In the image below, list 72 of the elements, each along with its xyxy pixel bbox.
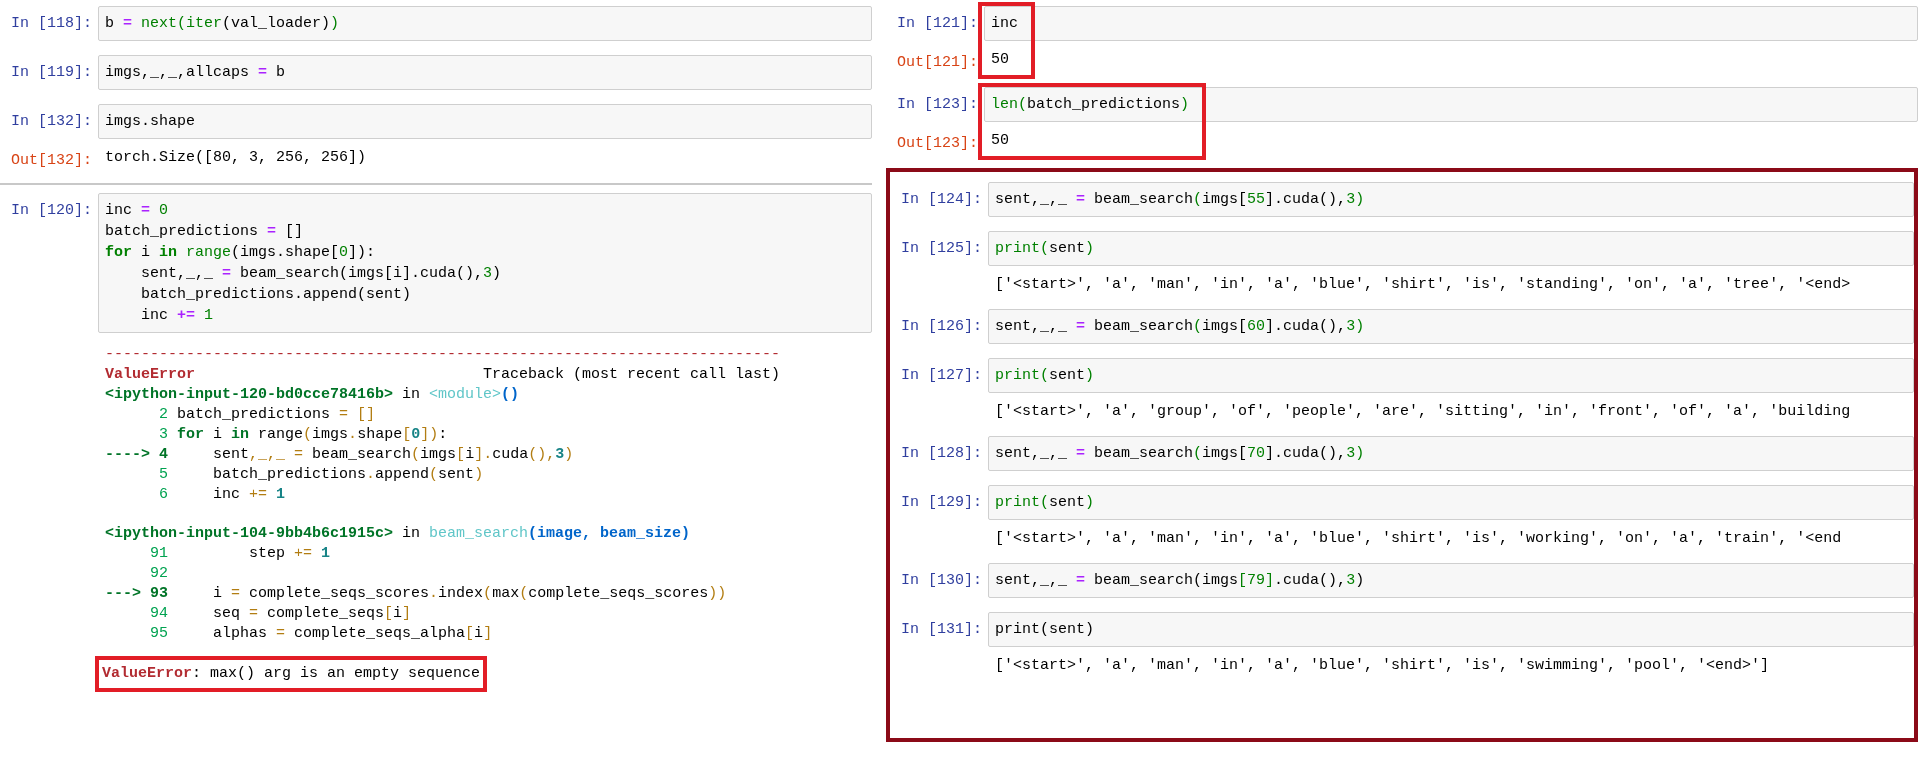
input-prompt: In [126]: <box>901 317 983 337</box>
code-cell[interactable]: sent,_,_ = beam_search(imgs[79].cuda(),3) <box>988 563 1914 598</box>
input-prompt: In [130]: <box>901 571 983 591</box>
code-cell[interactable]: inc <box>984 6 1918 41</box>
input-prompt: In [123]: <box>897 95 979 115</box>
code-line: imgs.shape <box>105 112 196 132</box>
code-line: print(sent) <box>995 239 1096 259</box>
output-prompt: Out[121]: <box>897 53 979 73</box>
code-line: print(sent) <box>995 493 1096 513</box>
code-line: b = next(iter(val_loader)) <box>105 14 341 34</box>
input-prompt: In [118]: <box>11 14 93 34</box>
code-line: sent,_,_ = beam_search(imgs[i].cuda(),3) <box>140 264 503 284</box>
code-line: sent,_,_ = beam_search(imgs[55].cuda(),3) <box>995 190 1366 210</box>
output-text: 50 <box>990 131 1009 151</box>
output-text: ['<start>', 'a', 'group', 'of', 'people', 'are', 'sitting', 'in', 'front', 'of', 'a', 'building <box>994 402 1851 422</box>
error-message: ValueError: max() arg is an empty sequence <box>102 664 481 684</box>
input-prompt: In [124]: <box>901 190 983 210</box>
code-cell[interactable]: print(sent) <box>988 358 1914 393</box>
input-prompt: In [129]: <box>901 493 983 513</box>
output-text: ['<start>', 'a', 'man', 'in', 'a', 'blue', 'shirt', 'is', 'standing', 'on', 'a', 'tree', '<end> <box>994 275 1851 295</box>
input-prompt: In [128]: <box>901 444 983 464</box>
output-prompt: Out[123]: <box>897 134 979 154</box>
code-line: for i in range(imgs.shape[0]): <box>105 243 377 263</box>
traceback-line: 6 inc += 1 <box>158 485 287 505</box>
code-cell[interactable]: sent,_,_ = beam_search(imgs[55].cuda(),3) <box>988 182 1914 217</box>
code-cell[interactable]: print(sent) <box>988 231 1914 266</box>
input-prompt: In [132]: <box>11 112 93 132</box>
input-prompt: In [125]: <box>901 239 983 259</box>
code-line: inc += 1 <box>140 306 215 326</box>
code-line: inc <box>991 14 1019 34</box>
traceback-line: 5 batch_predictions.append(sent) <box>158 465 485 485</box>
code-cell[interactable]: print(sent) <box>988 612 1914 647</box>
code-cell[interactable]: imgs,_,_,allcaps = b <box>98 55 872 90</box>
input-prompt: In [127]: <box>901 366 983 386</box>
code-line: inc = 0 <box>105 201 170 221</box>
code-line: sent,_,_ = beam_search(imgs[60].cuda(),3) <box>995 317 1366 337</box>
traceback-line: 95 alphas = complete_seqs_alpha[i] <box>149 624 494 644</box>
traceback-line: 2 batch_predictions = [] <box>158 405 377 425</box>
traceback-line: <ipython-input-104-9bb4b6c1915c> in beam_search(image, beam_size) <box>105 524 692 544</box>
traceback-line: 91 step += 1 <box>149 544 332 564</box>
code-cell[interactable]: b = next(iter(val_loader)) <box>98 6 872 41</box>
code-line: batch_predictions.append(sent) <box>140 285 413 305</box>
input-prompt: In [119]: <box>11 63 93 83</box>
output-text: 50 <box>990 50 1009 70</box>
traceback-line: ValueError Traceback (most recent call last) <box>105 365 782 385</box>
code-line: imgs,_,_,allcaps = b <box>105 63 287 83</box>
code-line: batch_predictions = [] <box>105 222 305 242</box>
code-line: print(sent) <box>995 620 1096 640</box>
input-prompt: In [121]: <box>897 14 979 34</box>
code-line: print(sent) <box>995 366 1096 386</box>
output-prompt: Out[132]: <box>11 151 93 171</box>
code-cell[interactable]: print(sent) <box>988 485 1914 520</box>
code-cell[interactable]: len(batch_predictions) <box>984 87 1918 122</box>
traceback-line: --------------------------------------------------------------------------- <box>105 345 782 365</box>
traceback-line: <ipython-input-120-bd0cce78416b> in <module>() <box>105 385 521 405</box>
code-cell[interactable]: imgs.shape <box>98 104 872 139</box>
output-text: ['<start>', 'a', 'man', 'in', 'a', 'blue', 'shirt', 'is', 'working', 'on', 'a', 'train', '<end <box>994 529 1842 549</box>
traceback-line: ---> 93 i = complete_seqs_scores.index(max(complete_seqs_scores)) <box>105 584 728 604</box>
code-cell[interactable]: inc = 0 batch_predictions = [] for i in range(imgs.shape[0]): sent,_,_ = beam_search(imgs[i].cuda(),3) batch_predictions.append(sent) inc += 1 <box>98 193 872 333</box>
traceback-line: 3 for i in range(imgs.shape[0]): <box>158 425 449 445</box>
traceback-line: ----> 4 sent,_,_ = beam_search(imgs[i].cuda(),3) <box>105 445 575 465</box>
input-prompt: In [131]: <box>901 620 983 640</box>
input-prompt: In [120]: <box>11 201 93 221</box>
traceback-line: 94 seq = complete_seqs[i] <box>149 604 413 624</box>
output-text: ['<start>', 'a', 'man', 'in', 'a', 'blue', 'shirt', 'is', 'swimming', 'pool', '<end>'] <box>994 656 1770 676</box>
code-line: len(batch_predictions) <box>991 95 1191 115</box>
code-cell[interactable]: sent,_,_ = beam_search(imgs[70].cuda(),3) <box>988 436 1914 471</box>
traceback-line: 92 <box>149 564 169 584</box>
output-text: torch.Size([80, 3, 256, 256]) <box>104 148 367 168</box>
code-line: sent,_,_ = beam_search(imgs[70].cuda(),3) <box>995 444 1366 464</box>
code-line: sent,_,_ = beam_search(imgs[79].cuda(),3) <box>995 571 1366 591</box>
code-cell[interactable]: sent,_,_ = beam_search(imgs[60].cuda(),3) <box>988 309 1914 344</box>
